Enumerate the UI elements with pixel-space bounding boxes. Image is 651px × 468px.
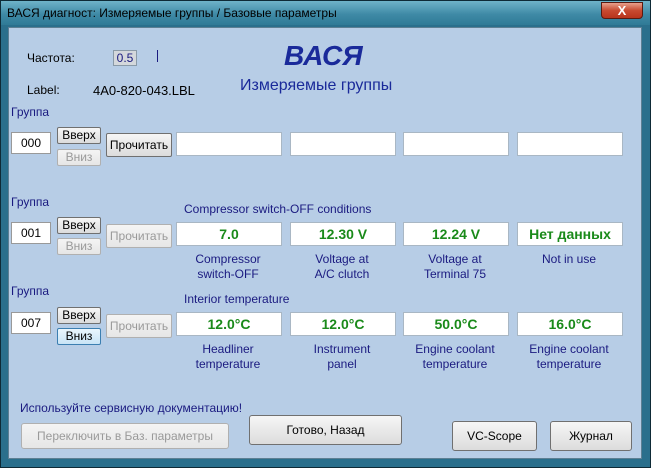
service-notice: Используйте сервисную документацию! xyxy=(20,401,243,415)
value-field: 7.0 xyxy=(176,222,282,246)
label-file-name: 4A0-820-043.LBL xyxy=(93,83,195,98)
group-down-button[interactable]: Вниз xyxy=(57,328,101,345)
value-field: Нет данных xyxy=(517,222,623,246)
value-field: 12.0°C xyxy=(176,312,282,336)
group-down-button[interactable]: Вниз xyxy=(57,238,101,255)
read-button[interactable]: Прочитать xyxy=(106,314,172,338)
value-field xyxy=(403,132,509,156)
read-button[interactable]: Прочитать xyxy=(106,224,172,248)
brand-logo-text: ВАСЯ xyxy=(284,40,363,71)
value-field xyxy=(517,132,623,156)
value-field: 12.0°C xyxy=(290,312,396,336)
group-up-button[interactable]: Вверх xyxy=(57,217,101,234)
title-bar[interactable]: ВАСЯ диагност: Измеряемые группы / Базов… xyxy=(1,1,650,25)
value-field xyxy=(290,132,396,156)
unit-label: Headliner temperature xyxy=(195,342,261,371)
frequency-indicator xyxy=(157,50,158,62)
value-field: 12.30 V xyxy=(290,222,396,246)
window-title: ВАСЯ диагност: Измеряемые группы / Базов… xyxy=(7,6,337,20)
value-field: 50.0°C xyxy=(403,312,509,336)
group-down-button[interactable]: Вниз xyxy=(57,149,101,166)
group-header: Interior temperature xyxy=(184,292,290,306)
value-field: 16.0°C xyxy=(517,312,623,336)
group-label: Группа xyxy=(11,284,50,298)
read-button[interactable]: Прочитать xyxy=(106,133,172,157)
vc-scope-button[interactable]: VC-Scope xyxy=(452,421,537,451)
main-panel: Частота: 0.5 Label: 4A0-820-043.LBL ВАСЯ… xyxy=(8,27,642,459)
group-number-input[interactable]: 000 xyxy=(11,132,51,154)
group-label: Группа xyxy=(11,195,50,209)
page-title: Измеряемые группы xyxy=(240,77,393,94)
value-field xyxy=(176,132,282,156)
frequency-label: Частота: xyxy=(27,51,75,65)
close-button[interactable]: X xyxy=(601,2,643,19)
label-caption: Label: xyxy=(27,83,60,97)
frequency-value: 0.5 xyxy=(113,50,137,66)
group-up-button[interactable]: Вверх xyxy=(57,127,101,144)
unit-label: Voltage at A/C clutch xyxy=(314,252,370,281)
value-field: 12.24 V xyxy=(403,222,509,246)
unit-label: Compressor switch-OFF xyxy=(195,252,261,281)
done-back-button[interactable]: Готово, Назад xyxy=(249,415,402,445)
app-window: ВАСЯ диагност: Измеряемые группы / Базов… xyxy=(0,0,651,468)
unit-label: Engine coolant temperature xyxy=(529,342,609,371)
group-number-input[interactable]: 001 xyxy=(11,222,51,244)
unit-label: Instrument panel xyxy=(313,342,371,371)
group-up-button[interactable]: Вверх xyxy=(57,307,101,324)
unit-label: Not in use xyxy=(541,252,597,266)
basic-settings-button[interactable]: Переключить в Баз. параметры xyxy=(21,423,229,449)
unit-label: Engine coolant temperature xyxy=(415,342,495,371)
journal-button[interactable]: Журнал xyxy=(550,421,632,451)
group-label: Группа xyxy=(11,105,50,119)
group-number-input[interactable]: 007 xyxy=(11,312,51,334)
unit-label: Voltage at Terminal 75 xyxy=(423,252,487,281)
group-header: Compressor switch-OFF conditions xyxy=(184,202,372,216)
